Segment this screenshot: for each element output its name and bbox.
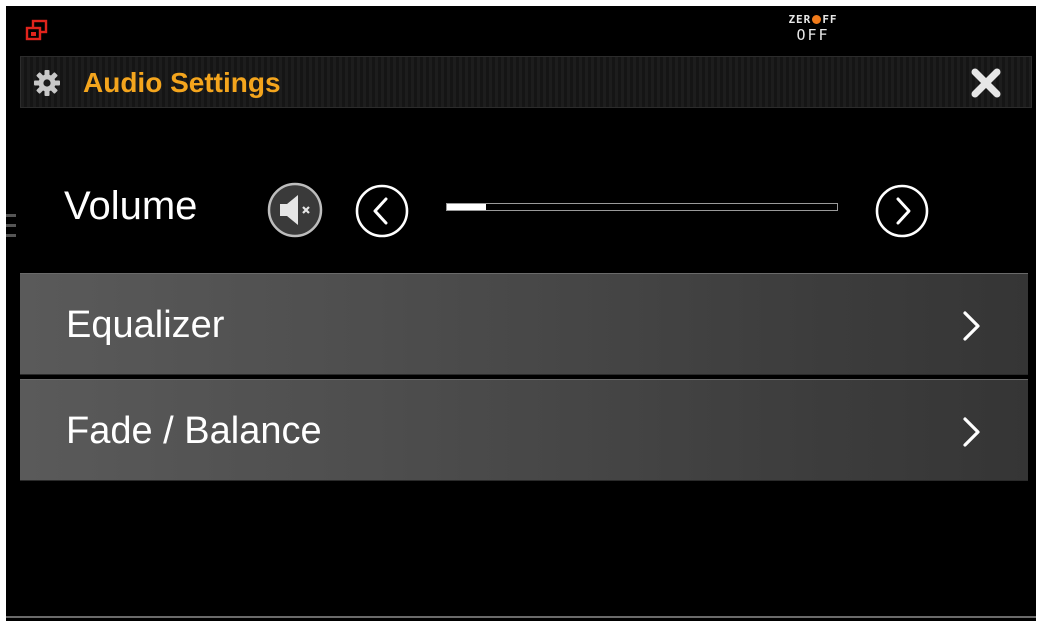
title-bar: Audio Settings: [20, 56, 1032, 108]
status-bar: ZER FF OFF: [6, 6, 1036, 54]
volume-decrease-button[interactable]: [354, 183, 410, 239]
zero-off-state: OFF: [796, 26, 830, 44]
menu-item-label: Fade / Balance: [66, 410, 322, 452]
menu-item-equalizer[interactable]: Equalizer: [20, 273, 1028, 375]
drawer-handle[interactable]: [6, 214, 16, 248]
gear-icon: [34, 70, 60, 96]
chevron-right-icon: [963, 417, 980, 447]
volume-level-fill: [447, 204, 486, 210]
menu-item-label: Equalizer: [66, 304, 225, 346]
audio-settings-screen: ZER FF OFF Audio Settings Volume Equaliz…: [6, 6, 1036, 621]
page-title: Audio Settings: [83, 67, 281, 98]
window-restore-icon[interactable]: [24, 18, 50, 44]
zero-off-dot-icon: [812, 15, 822, 24]
close-icon[interactable]: [969, 68, 1003, 98]
zero-off-suffix: FF: [822, 13, 838, 26]
speaker-mute-icon[interactable]: [267, 182, 323, 238]
zero-off-prefix: ZER: [788, 13, 812, 26]
bottom-divider: [6, 616, 1036, 618]
zero-off-logo: ZER FF: [768, 14, 858, 25]
volume-increase-button[interactable]: [874, 183, 930, 239]
zero-off-indicator[interactable]: ZER FF OFF: [768, 14, 858, 43]
volume-slider[interactable]: [446, 203, 838, 211]
volume-label: Volume: [64, 184, 198, 228]
chevron-right-icon: [963, 311, 980, 341]
menu-item-fade-balance[interactable]: Fade / Balance: [20, 379, 1028, 481]
